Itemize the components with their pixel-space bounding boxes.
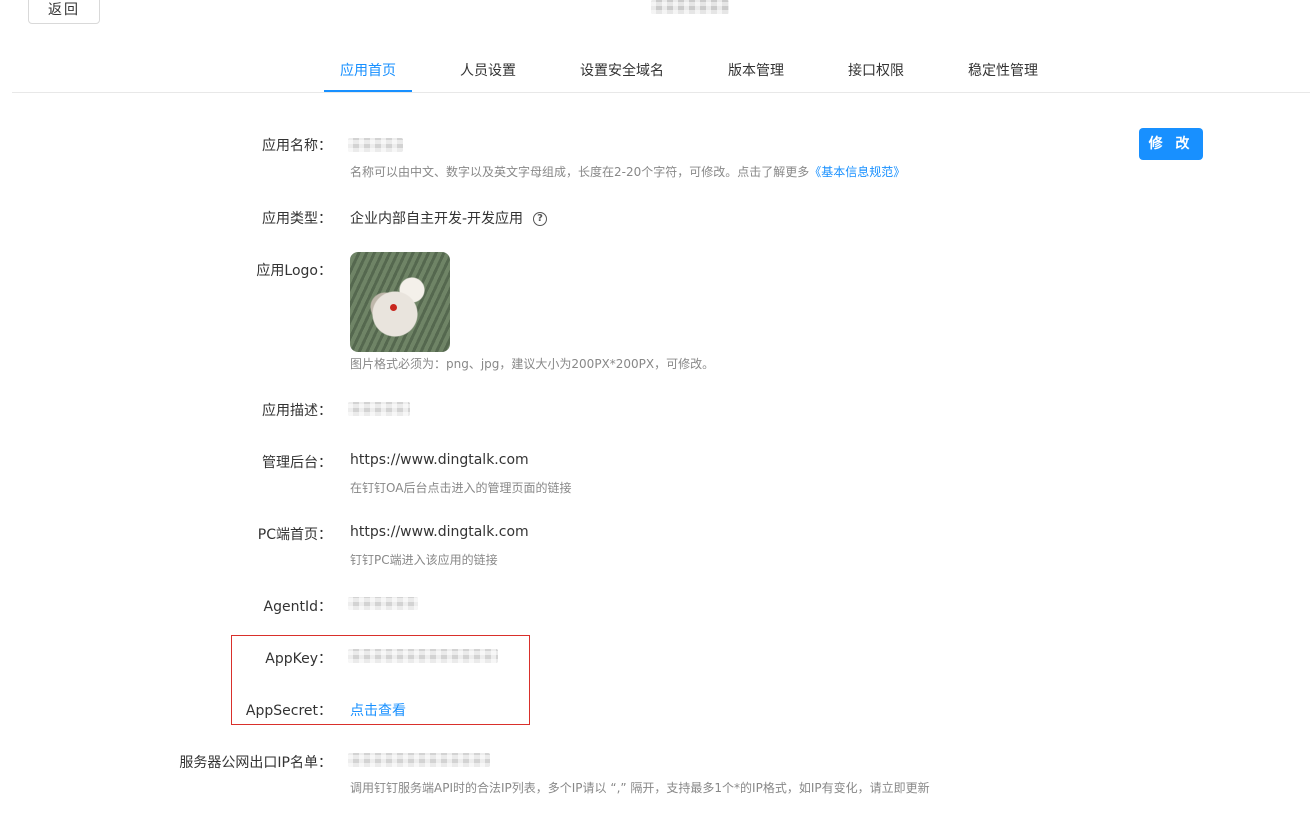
tab-app-home[interactable]: 应用首页 — [324, 48, 412, 92]
app-logo-hint: 图片格式必须为：png、jpg，建议大小为200PX*200PX，可修改。 — [350, 357, 715, 371]
app-secret-label: AppSecret： — [245, 703, 332, 719]
logo-detail — [390, 304, 397, 311]
back-button[interactable]: 返回 — [28, 0, 100, 24]
app-name-label: 应用名称： — [262, 138, 332, 154]
redacted-app-title — [651, 0, 729, 14]
admin-console-hint: 在钉钉OA后台点击进入的管理页面的链接 — [350, 481, 572, 495]
server-ip-hint: 调用钉钉服务端API时的合法IP列表，多个IP请以 “,” 隔开，支持最多1个*… — [350, 781, 930, 795]
app-logo-image[interactable] — [350, 252, 450, 352]
tab-member-settings[interactable]: 人员设置 — [452, 48, 524, 92]
redacted-agent-id — [348, 597, 418, 610]
app-logo-label: 应用Logo： — [256, 263, 332, 279]
app-key-label: AppKey： — [265, 651, 332, 667]
tab-stability-management[interactable]: 稳定性管理 — [960, 48, 1046, 92]
app-name-hint-text: 名称可以由中文、数字以及英文字母组成，长度在2-20个字符，可修改。点击了解更多 — [350, 165, 810, 179]
redacted-app-desc — [348, 402, 410, 416]
tab-security-domain[interactable]: 设置安全域名 — [572, 48, 672, 92]
view-app-secret-link[interactable]: 点击查看 — [350, 700, 406, 720]
question-circle-icon[interactable]: ? — [533, 212, 548, 226]
pc-home-label: PC端首页： — [257, 527, 332, 543]
tab-bar: 应用首页 人员设置 设置安全域名 版本管理 接口权限 稳定性管理 — [12, 48, 1310, 93]
pc-home-hint: 钉钉PC端进入该应用的链接 — [350, 553, 498, 567]
app-name-hint: 名称可以由中文、数字以及英文字母组成，长度在2-20个字符，可修改。点击了解更多… — [350, 163, 905, 180]
redacted-app-name — [348, 138, 403, 152]
edit-button[interactable]: 修 改 — [1139, 128, 1203, 160]
app-type-label: 应用类型： — [262, 211, 332, 227]
basic-info-spec-link[interactable]: 《基本信息规范》 — [809, 165, 905, 179]
admin-console-label: 管理后台： — [262, 455, 332, 471]
tab-version-management[interactable]: 版本管理 — [720, 48, 792, 92]
app-type-value-row: 企业内部自主开发-开发应用? — [350, 208, 548, 228]
app-desc-label: 应用描述： — [262, 403, 332, 419]
server-ip-label: 服务器公网出口IP名单： — [179, 755, 332, 771]
tab-api-permissions[interactable]: 接口权限 — [840, 48, 912, 92]
app-type-value: 企业内部自主开发-开发应用 — [350, 211, 524, 227]
pc-home-value: https://www.dingtalk.com — [350, 524, 529, 540]
agent-id-label: AgentId： — [263, 599, 332, 615]
redacted-app-key — [348, 649, 498, 663]
admin-console-value: https://www.dingtalk.com — [350, 452, 529, 468]
redacted-server-ip — [348, 753, 490, 767]
